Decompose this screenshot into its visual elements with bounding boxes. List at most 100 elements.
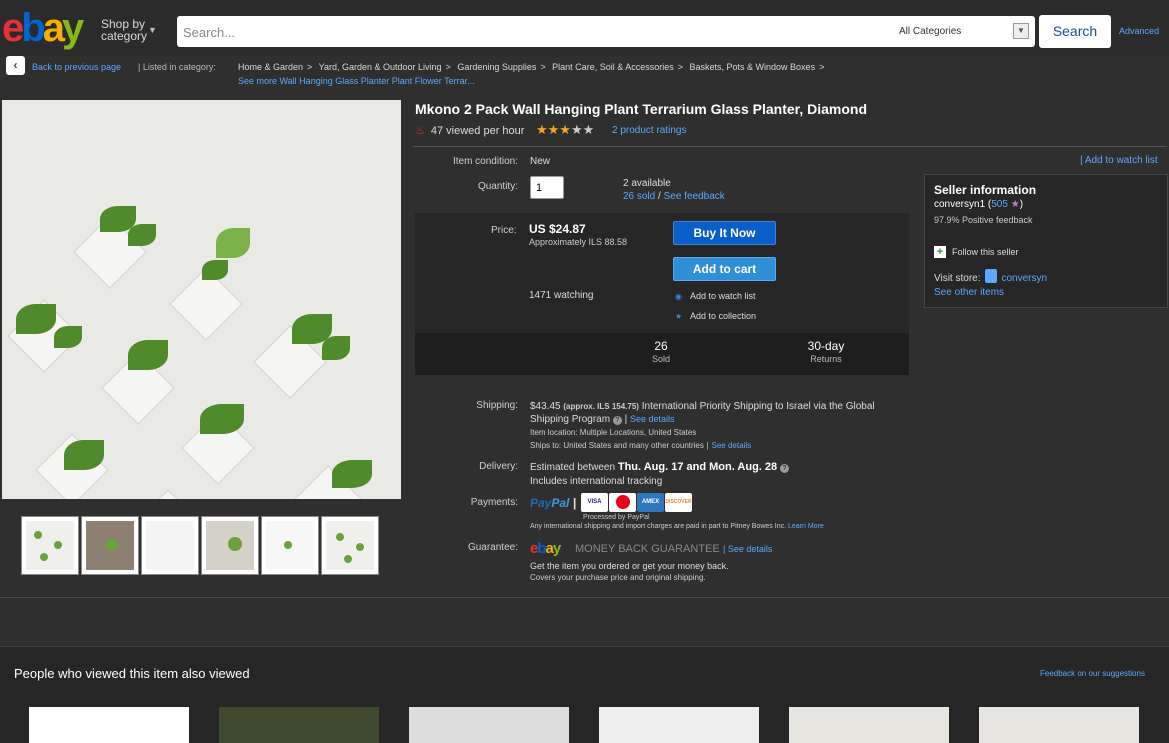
price-approx: Approximately ILS 88.58 <box>529 237 628 247</box>
chevron-down-icon: ▼ <box>1013 23 1029 39</box>
seller-info-title: Seller information <box>934 183 1037 197</box>
sold-stat: 26 Sold <box>651 339 670 364</box>
stats-bar: 26 Sold 30-day Returns <box>415 333 909 375</box>
store-link[interactable]: conversyn <box>1002 273 1048 284</box>
condition-value: New <box>530 156 551 167</box>
available-count: 2 available <box>623 178 671 189</box>
breadcrumb: Home & Garden > Yard, Garden & Outdoor Li… <box>238 62 825 72</box>
breadcrumb-item[interactable]: Gardening Supplies <box>457 62 536 72</box>
breadcrumb-item[interactable]: Plant Care, Soil & Accessories <box>552 62 674 72</box>
also-viewed-item[interactable] <box>409 707 569 743</box>
purchase-box: Price: US $24.87 Approximately ILS 88.58… <box>415 213 909 375</box>
amex-icon: AMEX <box>637 493 664 512</box>
divider <box>0 597 1169 598</box>
quantity-label: Quantity: <box>477 181 518 192</box>
star-icon: ★ <box>675 312 683 321</box>
divider <box>413 146 1167 147</box>
guarantee-see-details-link[interactable]: | See details <box>723 544 772 554</box>
back-to-previous-link[interactable]: Back to previous page <box>32 62 121 72</box>
header: ebay Shop by category ▼ All Categories ▼… <box>0 0 1169 56</box>
guarantee-covers: Covers your purchase price and original … <box>530 573 706 582</box>
advanced-search-link[interactable]: Advanced <box>1119 26 1159 36</box>
also-viewed-section: People who viewed this item also viewed … <box>0 646 1169 743</box>
tracking-info: Includes international tracking <box>530 476 663 487</box>
payments-label: Payments: <box>470 497 518 508</box>
shipping-label: Shipping: <box>476 400 518 411</box>
back-arrow-icon[interactable]: ‹ <box>6 56 25 75</box>
price: US $24.87 <box>529 222 586 236</box>
returns-stat: 30-day Returns <box>807 339 845 364</box>
breadcrumb-item[interactable]: Baskets, Pots & Window Boxes <box>690 62 816 72</box>
breadcrumb-item[interactable]: Yard, Garden & Outdoor Living <box>319 62 442 72</box>
ships-to-see-details-link[interactable]: See details <box>712 441 752 450</box>
thumbnail[interactable] <box>201 516 259 575</box>
help-icon: ? <box>779 464 789 473</box>
ebay-guarantee-logo: ebay <box>530 540 561 557</box>
buy-it-now-button[interactable]: Buy It Now <box>673 221 776 245</box>
help-icon: ? <box>612 416 622 425</box>
delivery-estimate: Estimated between Thu. Aug. 17 and Mon. … <box>530 461 789 473</box>
product-main-image[interactable] <box>2 100 401 499</box>
shipping-info: $43.45 (approx. ILS 154.75) Internationa… <box>530 401 875 450</box>
thumbnail[interactable] <box>81 516 139 575</box>
mastercard-icon <box>609 493 636 512</box>
price-label: Price: <box>491 225 517 236</box>
add-to-cart-button[interactable]: Add to cart <box>673 257 776 281</box>
chevron-down-icon: ▼ <box>148 25 157 35</box>
search-input[interactable] <box>183 23 883 41</box>
add-to-collection-button[interactable]: Add to collection <box>690 311 756 321</box>
quantity-input[interactable] <box>530 176 564 199</box>
search-button[interactable]: Search <box>1039 15 1111 48</box>
star-icon: ★ <box>1010 199 1020 210</box>
intl-charges-note: Any international shipping and import ch… <box>530 523 824 530</box>
category-select[interactable]: All Categories ▼ <box>899 21 1029 42</box>
ebay-logo[interactable]: ebay <box>2 8 84 48</box>
guarantee-label: Guarantee: <box>467 542 518 553</box>
paypal-logo: PayPal | <box>530 496 577 510</box>
also-viewed-item[interactable] <box>29 707 189 743</box>
delivery-label: Delivery: <box>479 461 518 472</box>
shipping-see-details-link[interactable]: See details <box>630 414 675 424</box>
money-back-guarantee-text: MONEY BACK GUARANTEE <box>575 543 720 555</box>
eye-icon: ◉ <box>675 292 682 301</box>
learn-more-link[interactable]: Learn More <box>788 523 824 530</box>
follow-seller-button[interactable]: + Follow this seller <box>934 246 1019 258</box>
product-ratings-link[interactable]: 2 product ratings <box>612 125 687 136</box>
sold-link[interactable]: 26 sold <box>623 191 655 202</box>
store-icon <box>984 269 997 283</box>
guarantee-get-item: Get the item you ordered or get your mon… <box>530 561 729 571</box>
also-viewed-item[interactable] <box>599 707 759 743</box>
processed-by-paypal: Processed by PayPal <box>583 514 650 521</box>
fire-icon: ♨ <box>415 125 425 137</box>
add-to-watch-list-button[interactable]: Add to watch list <box>690 291 756 301</box>
listed-in-label: | Listed in category: <box>138 62 216 72</box>
discover-icon: DISCOVER <box>665 493 692 512</box>
seller-positive-feedback: 97.9% Positive feedback <box>934 215 1033 225</box>
plus-icon: + <box>934 246 946 258</box>
thumbnail[interactable] <box>321 516 379 575</box>
also-viewed-item[interactable] <box>789 707 949 743</box>
rating-stars[interactable]: ★★★★★ <box>536 122 594 138</box>
sold-feedback: 26 sold / See feedback <box>623 191 725 202</box>
visit-store: Visit store: conversyn <box>934 269 1047 284</box>
see-more-link[interactable]: See more Wall Hanging Glass Planter Plan… <box>238 76 475 86</box>
also-viewed-item[interactable] <box>979 707 1139 743</box>
thumbnail[interactable] <box>141 516 199 575</box>
seller-name[interactable]: conversyn1 (505 ★) <box>934 199 1023 210</box>
also-viewed-title: People who viewed this item also viewed <box>14 666 250 681</box>
see-feedback-link[interactable]: See feedback <box>664 191 725 202</box>
add-to-watch-list-link[interactable]: | Add to watch list <box>1080 155 1158 166</box>
watching-count: 1471 watching <box>529 290 594 301</box>
see-other-items-link[interactable]: See other items <box>934 287 1004 298</box>
thumbnail[interactable] <box>261 516 319 575</box>
thumbnail[interactable] <box>21 516 79 575</box>
condition-label: Item condition: <box>452 156 518 167</box>
product-title: Mkono 2 Pack Wall Hanging Plant Terrariu… <box>415 101 867 117</box>
shop-by-category-button[interactable]: Shop by category ▼ <box>101 18 157 42</box>
also-viewed-item[interactable] <box>219 707 379 743</box>
search-box: All Categories ▼ <box>177 16 1035 47</box>
viewed-per-hour: ♨ 47 viewed per hour <box>415 125 525 137</box>
feedback-suggestions-link[interactable]: Feedback on our suggestions <box>1040 669 1145 678</box>
visa-icon: VISA <box>581 493 608 512</box>
breadcrumb-item[interactable]: Home & Garden <box>238 62 303 72</box>
